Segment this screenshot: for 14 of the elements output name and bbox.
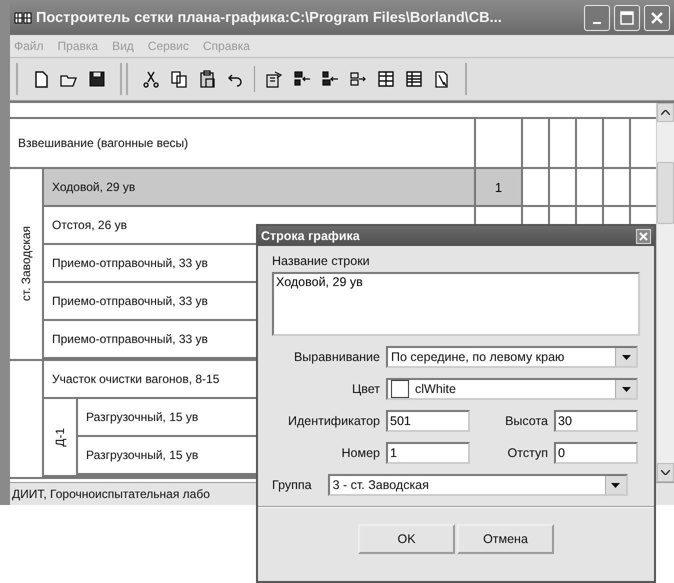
field-label: Отступ bbox=[506, 446, 548, 460]
group-label: Д-1 bbox=[53, 428, 67, 446]
field-label: Номер bbox=[340, 446, 380, 460]
field-label: Выравнивание bbox=[292, 350, 380, 364]
field-label: Идентификатор bbox=[286, 414, 380, 428]
field-label: Название строки bbox=[272, 254, 371, 268]
field-label: Высота bbox=[504, 414, 548, 428]
group-label: ст. Заводская bbox=[19, 226, 33, 302]
dialog-title: Строка графика bbox=[261, 229, 360, 243]
window-title: Построитель сетки плана-графика:C:\Program Files\Borland\CB... bbox=[36, 10, 503, 26]
status-text: ДИИТ, Горочноиспытательная лабо bbox=[12, 487, 210, 501]
field-label: Группа bbox=[272, 478, 312, 492]
number-cell: 1 bbox=[474, 169, 521, 205]
field-label: Цвет bbox=[350, 382, 380, 396]
